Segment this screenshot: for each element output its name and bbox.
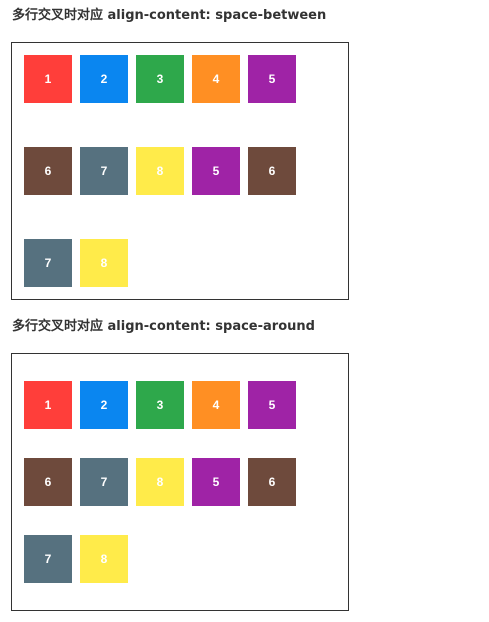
flex-item: 7 bbox=[80, 147, 128, 195]
flex-item: 5 bbox=[192, 457, 240, 506]
flex-item: 8 bbox=[80, 535, 128, 584]
flex-item: 5 bbox=[248, 380, 296, 429]
flex-item: 8 bbox=[136, 147, 184, 195]
flex-item: 4 bbox=[192, 55, 240, 103]
flex-item: 7 bbox=[24, 239, 72, 287]
flex-container-space-around: 1 2 3 4 5 6 7 8 5 6 7 8 bbox=[11, 353, 349, 611]
flex-item: 7 bbox=[24, 535, 72, 584]
flex-item: 2 bbox=[80, 55, 128, 103]
flex-container-space-between: 1 2 3 4 5 6 7 8 5 6 7 8 bbox=[11, 42, 349, 300]
flex-item: 7 bbox=[80, 457, 128, 506]
flex-item: 6 bbox=[24, 457, 72, 506]
flex-item: 5 bbox=[248, 55, 296, 103]
flex-item: 5 bbox=[192, 147, 240, 195]
flex-item: 8 bbox=[136, 457, 184, 506]
flex-item: 6 bbox=[24, 147, 72, 195]
flex-item: 3 bbox=[136, 55, 184, 103]
flex-item: 1 bbox=[24, 55, 72, 103]
flex-item: 4 bbox=[192, 380, 240, 429]
flex-item: 8 bbox=[80, 239, 128, 287]
flex-item: 2 bbox=[80, 380, 128, 429]
flex-item: 6 bbox=[248, 147, 296, 195]
flex-item: 1 bbox=[24, 380, 72, 429]
section-title-space-around: 多行交叉时对应 align-content: space-around bbox=[12, 319, 315, 334]
flex-item: 6 bbox=[248, 457, 296, 506]
flex-item: 3 bbox=[136, 380, 184, 429]
section-title-space-between: 多行交叉时对应 align-content: space-between bbox=[12, 8, 327, 23]
